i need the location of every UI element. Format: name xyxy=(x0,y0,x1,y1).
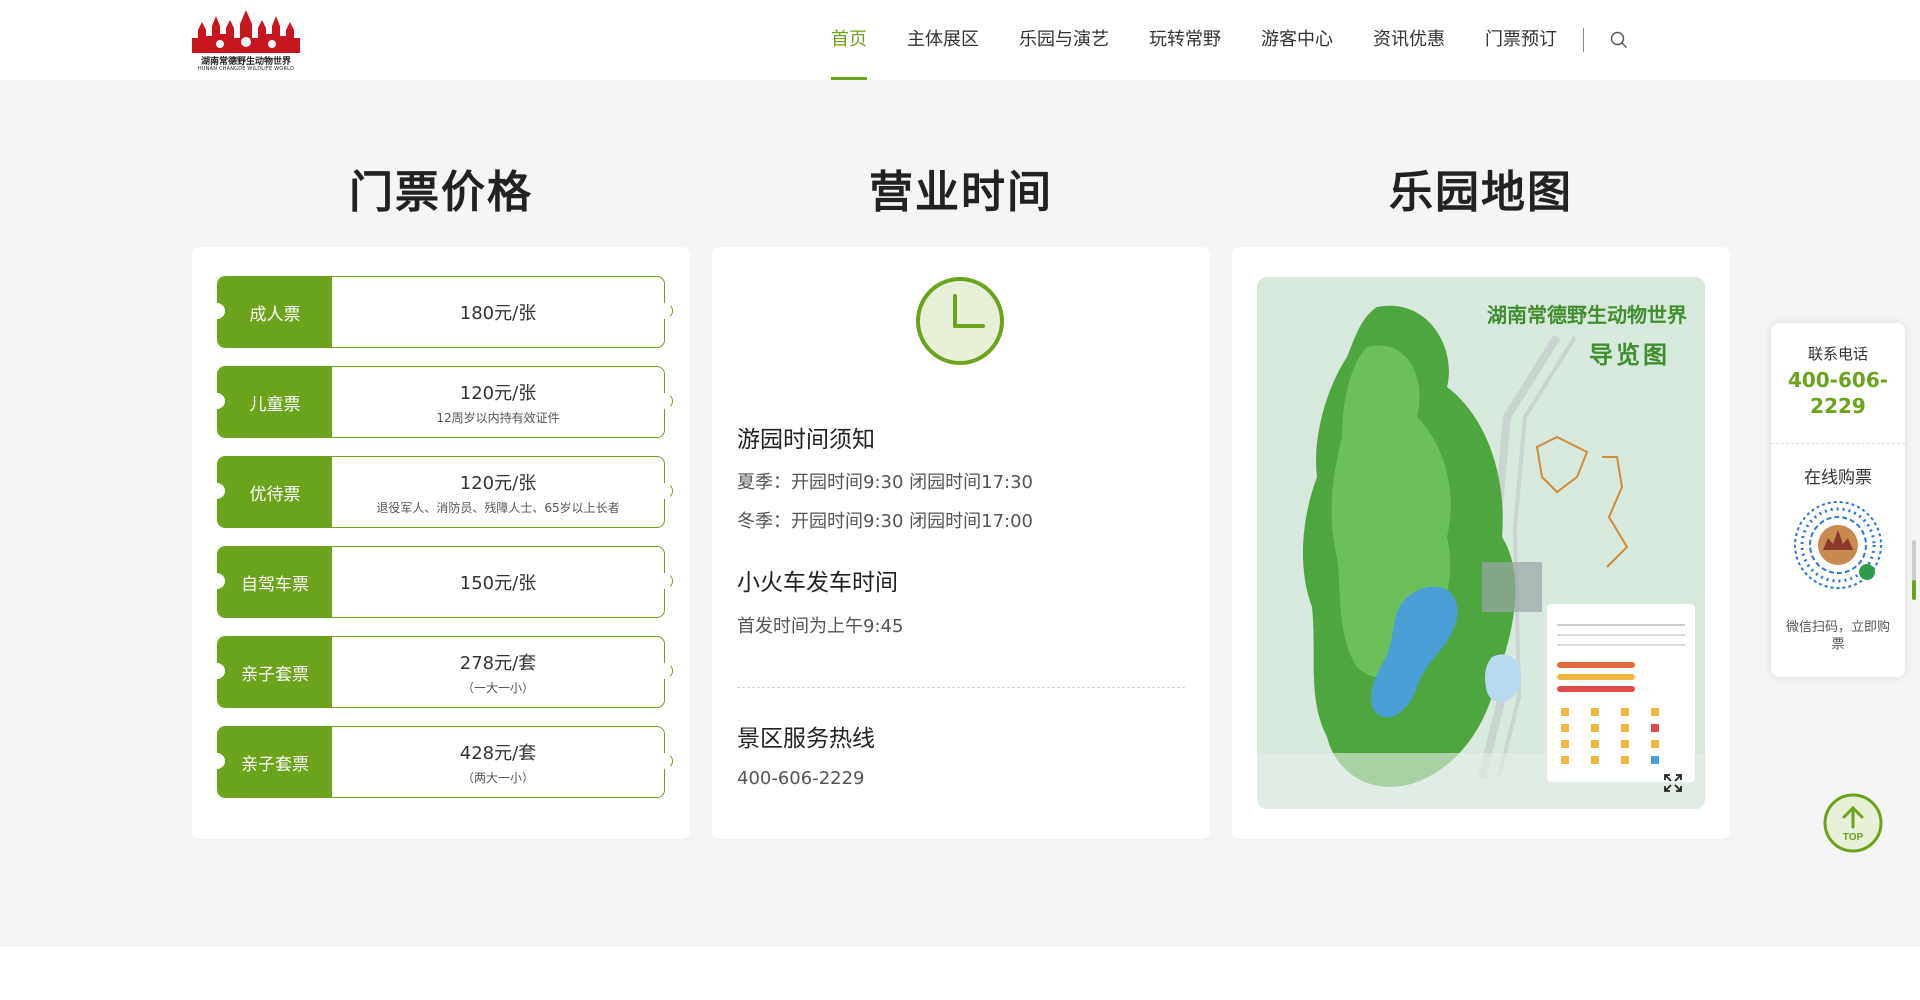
tickets-title: 门票价格 xyxy=(349,167,533,218)
ticket-type: 自驾车票 xyxy=(218,547,332,617)
ticket-price: 120元/张 xyxy=(459,382,537,404)
ticket-notch xyxy=(209,663,225,679)
logo-subtitle: HUNAN CHANGDE WILDLIFE WORLD xyxy=(197,66,295,72)
contact-side-panel: 联系电话 400-606-2229 在线购票 微信扫码，立即购票 xyxy=(1771,323,1905,677)
ticket-notch xyxy=(209,303,225,319)
hours-title: 营业时间 xyxy=(869,167,1053,218)
ticket-price-card: 成人票 180元/张 儿童票 120元/张 12周岁以内持有效证件 优待票 12… xyxy=(192,247,690,839)
main-nav: 首页 主体展区 乐园与演艺 玩转常野 游客中心 资讯优惠 门票预订 xyxy=(791,0,1628,80)
ticket-notch xyxy=(657,573,673,589)
buy-online-label: 在线购票 xyxy=(1804,468,1872,488)
ticket-note: 退役军人、消防员、残障人士、65岁以上长者 xyxy=(376,500,620,515)
ticket-price: 120元/张 xyxy=(459,472,537,494)
hotline-title: 景区服务热线 xyxy=(737,726,875,752)
search-button[interactable] xyxy=(1610,31,1628,49)
train-time-title: 小火车发车时间 xyxy=(737,570,898,596)
ticket-type: 亲子套票 xyxy=(218,727,332,797)
legend-graphic xyxy=(1557,624,1685,764)
nav-item-exhibits[interactable]: 主体展区 xyxy=(907,0,979,80)
back-to-top-button[interactable]: TOP xyxy=(1823,793,1883,853)
ticket-notch xyxy=(657,393,673,409)
park-map-card: 湖南常德野生动物世界 导览图 xyxy=(1232,247,1730,839)
ticket-price: 180元/张 xyxy=(459,303,537,324)
visit-time-title: 游园时间须知 xyxy=(737,427,875,453)
divider xyxy=(1771,443,1905,444)
nav-item-visitor-center[interactable]: 游客中心 xyxy=(1261,0,1333,80)
ticket-type: 儿童票 xyxy=(218,367,332,437)
contact-label: 联系电话 xyxy=(1807,345,1868,363)
ticket-price: 428元/套 xyxy=(459,742,537,764)
ticket-type: 成人票 xyxy=(218,277,332,347)
map-legend xyxy=(1547,604,1695,782)
summer-hours: 夏季：开园时间9:30 闭园时间17:30 xyxy=(737,472,1034,493)
divider xyxy=(737,687,1185,688)
search-icon xyxy=(1610,31,1627,48)
ticket-note: （一大一小） xyxy=(461,680,534,695)
ticket-notch xyxy=(657,663,673,679)
nav-item-home[interactable]: 首页 xyxy=(831,0,867,80)
map-title: 乐园地图 xyxy=(1389,167,1573,218)
scrollbar-thumb[interactable] xyxy=(1912,580,1916,600)
nav-divider xyxy=(1583,28,1584,52)
qr-caption: 微信扫码，立即购票 xyxy=(1785,620,1890,652)
nav-item-tickets[interactable]: 门票预订 xyxy=(1485,0,1557,80)
ticket-notch xyxy=(209,393,225,409)
logo[interactable]: 湖南常德野生动物世界 HUNAN CHANGDE WILDLIFE WORLD xyxy=(190,8,302,74)
park-map-image[interactable]: 湖南常德野生动物世界 导览图 xyxy=(1257,277,1705,809)
ticket-notch xyxy=(209,483,225,499)
train-first-departure: 首发时间为上午9:45 xyxy=(737,616,904,637)
nav-item-news[interactable]: 资讯优惠 xyxy=(1373,0,1445,80)
wechat-qr-code xyxy=(1794,501,1882,589)
ticket-price: 278元/套 xyxy=(459,652,537,674)
ticket-notch xyxy=(209,753,225,769)
ticket-type: 亲子套票 xyxy=(218,637,332,707)
top-label: TOP xyxy=(1843,832,1864,843)
clock-icon xyxy=(916,277,1004,365)
ticket-concession: 优待票 120元/张 退役军人、消防员、残障人士、65岁以上长者 xyxy=(209,456,673,528)
map-caption-title: 湖南常德野生动物世界 xyxy=(1487,303,1687,327)
ticket-type: 优待票 xyxy=(218,457,332,527)
ticket-note: 12周岁以内持有效证件 xyxy=(436,410,560,425)
ticket-price: 150元/张 xyxy=(459,573,537,594)
ticket-notch xyxy=(209,573,225,589)
hotline-number: 400-606-2229 xyxy=(737,768,865,789)
castle-logo-icon xyxy=(192,10,300,53)
map-caption-subtitle: 导览图 xyxy=(1589,341,1670,369)
opening-hours-card: 游园时间须知 夏季：开园时间9:30 闭园时间17:30 冬季：开园时间9:30… xyxy=(712,247,1210,839)
fullscreen-icon[interactable] xyxy=(1663,773,1683,793)
ticket-note: （两大一小） xyxy=(461,770,534,785)
ticket-child: 儿童票 120元/张 12周岁以内持有效证件 xyxy=(209,366,673,438)
ticket-family-small: 亲子套票 278元/套 （一大一小） xyxy=(209,636,673,708)
winter-hours: 冬季：开园时间9:30 闭园时间17:00 xyxy=(737,511,1034,532)
ticket-self-drive: 自驾车票 150元/张 xyxy=(209,546,673,618)
header: 湖南常德野生动物世界 HUNAN CHANGDE WILDLIFE WORLD … xyxy=(0,0,1920,80)
ticket-notch xyxy=(657,303,673,319)
ticket-adult: 成人票 180元/张 xyxy=(209,276,673,348)
arrow-up-icon: TOP xyxy=(1823,793,1883,853)
nav-item-park-shows[interactable]: 乐园与演艺 xyxy=(1019,0,1109,80)
contact-phone[interactable]: 400-606-2229 xyxy=(1771,367,1905,419)
ticket-notch xyxy=(657,483,673,499)
nav-item-explore[interactable]: 玩转常野 xyxy=(1149,0,1221,80)
ticket-notch xyxy=(657,753,673,769)
ticket-family-large: 亲子套票 428元/套 （两大一小） xyxy=(209,726,673,798)
